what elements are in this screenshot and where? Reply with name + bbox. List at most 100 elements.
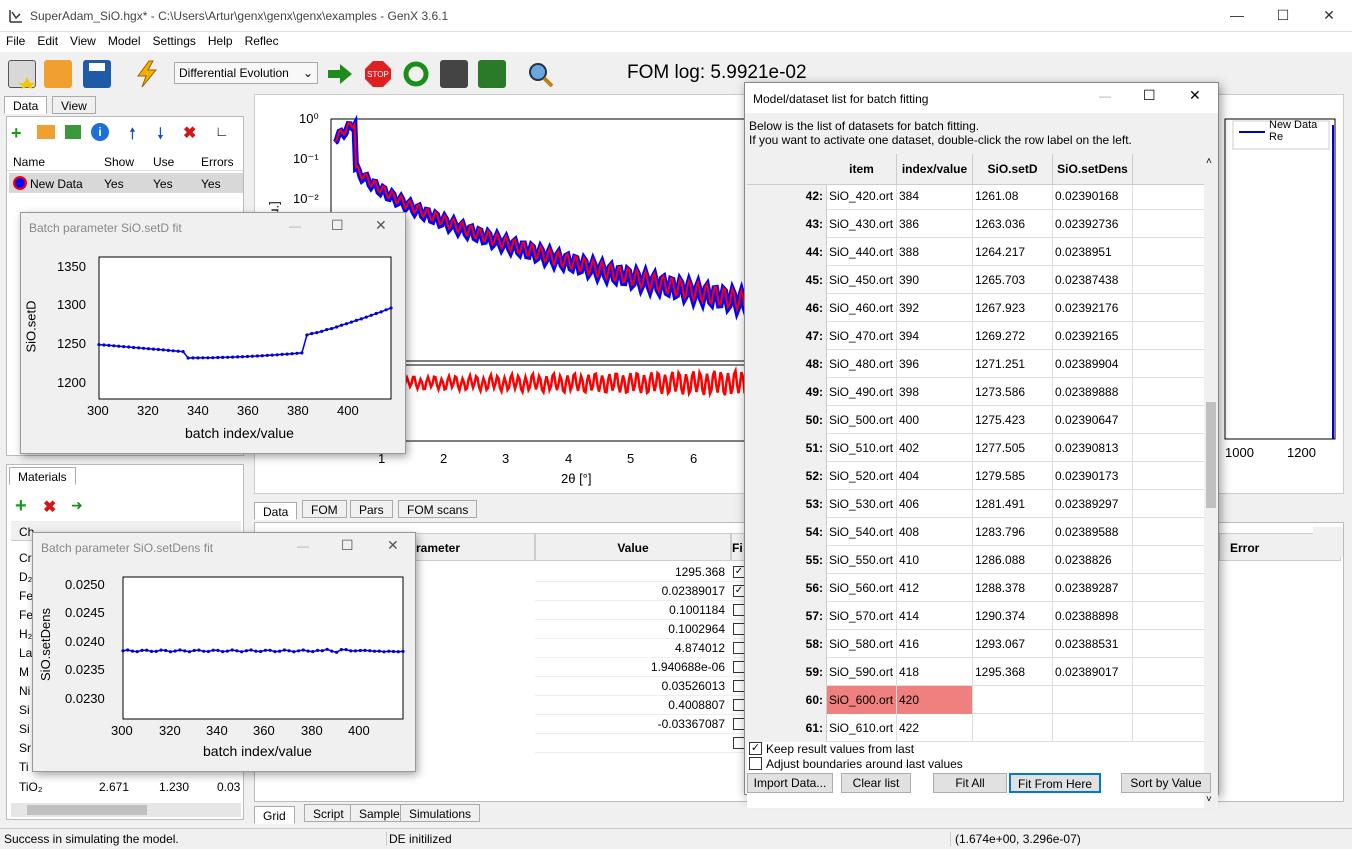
parameter-row[interactable] [535, 734, 755, 753]
tab-pars[interactable]: Pars [350, 500, 393, 518]
menu-file[interactable]: File [0, 32, 31, 50]
parameter-value[interactable]: 0.1002964 [535, 622, 727, 636]
parameter-row[interactable]: 0.4008807 [535, 696, 755, 715]
fit-from-here-button[interactable]: Fit From Here [1009, 773, 1101, 793]
simulate-icon[interactable] [133, 60, 161, 88]
batch-row-label[interactable]: 42: [747, 185, 827, 210]
parameter-row[interactable]: 0.02389017 ✓ [535, 582, 755, 601]
delete-material-icon[interactable]: ✖ [43, 497, 56, 517]
batch-row-label[interactable]: 59: [747, 658, 827, 686]
parameter-value[interactable]: 0.03526013 [535, 679, 727, 693]
batch-row[interactable]: 53: SiO_530.ort 406 1281.491 0.02389297 [747, 490, 1204, 518]
batch-row[interactable]: 59: SiO_590.ort 418 1295.368 0.02389017 [747, 658, 1204, 686]
add-data-icon[interactable]: + [11, 123, 22, 144]
import-data-icon[interactable] [37, 125, 55, 139]
batch-row[interactable]: 57: SiO_570.ort 414 1290.374 0.02388898 [747, 602, 1204, 630]
batch-row[interactable]: 45: SiO_450.ort 390 1265.703 0.02387438 [747, 266, 1204, 294]
keep-results-checkbox[interactable]: ✓ [749, 742, 762, 755]
batch-row-label[interactable]: 55: [747, 546, 827, 574]
parameter-row[interactable]: 0.03526013 [535, 677, 755, 696]
batch-row-label[interactable]: 56: [747, 574, 827, 602]
import-data-button[interactable]: Import Data... [747, 773, 833, 793]
parameter-value[interactable]: 0.1001184 [535, 603, 727, 617]
batch-row[interactable]: 48: SiO_480.ort 396 1271.251 0.02389904 [747, 350, 1204, 378]
parameter-value[interactable]: 1295.368 [535, 565, 727, 579]
batch-scrollbar[interactable]: ˄ ˅ [1204, 154, 1218, 808]
calculate-errors-icon[interactable] [440, 60, 468, 88]
scroll-thumb[interactable] [1206, 402, 1216, 508]
batch-row-label[interactable]: 43: [747, 210, 827, 238]
batch-row-label[interactable]: 44: [747, 238, 827, 266]
sort-by-value-button[interactable]: Sort by Value [1121, 773, 1211, 793]
batch-row[interactable]: 58: SiO_580.ort 416 1293.067 0.02388531 [747, 630, 1204, 658]
batch-row[interactable]: 50: SiO_500.ort 400 1275.423 0.02390647 [747, 406, 1204, 434]
tab-view[interactable]: View [52, 96, 96, 114]
maximize-icon[interactable]: ☐ [1260, 0, 1306, 31]
batch-row-label[interactable]: 45: [747, 266, 827, 294]
clear-list-button[interactable]: Clear list [841, 773, 911, 793]
batch-row[interactable]: 43: SiO_430.ort 386 1263.036 0.02392736 [747, 210, 1204, 238]
parameter-value[interactable]: 0.02389017 [535, 584, 727, 598]
delete-data-icon[interactable]: ✖ [183, 123, 196, 143]
parameter-value[interactable]: 1.940688e-06 [535, 660, 727, 674]
stop-icon[interactable]: STOP [364, 60, 392, 88]
parameter-row[interactable]: -0.03367087 [535, 715, 755, 734]
batch-row[interactable]: 55: SiO_550.ort 410 1286.088 0.0238826 [747, 546, 1204, 574]
load-data-icon[interactable] [65, 125, 81, 139]
batch-row[interactable]: 52: SiO_520.ort 404 1279.585 0.02390173 [747, 462, 1204, 490]
batch-row-label[interactable]: 60: [747, 686, 827, 714]
batch-row-label[interactable]: 47: [747, 322, 827, 350]
batch-row-label[interactable]: 46: [747, 294, 827, 322]
menu-settings[interactable]: Settings [147, 32, 202, 50]
batch-row[interactable]: 54: SiO_540.ort 408 1283.796 0.02389588 [747, 518, 1204, 546]
batch-row[interactable]: 56: SiO_560.ort 412 1288.378 0.02389287 [747, 574, 1204, 602]
batch-row[interactable]: 49: SiO_490.ort 398 1273.586 0.02389888 [747, 378, 1204, 406]
batch-row-label[interactable]: 58: [747, 630, 827, 658]
apply-material-icon[interactable]: ➜ [71, 497, 83, 514]
menu-edit[interactable]: Edit [31, 32, 64, 50]
tab-fom[interactable]: FOM [302, 500, 347, 518]
menu-help[interactable]: Help [202, 32, 239, 50]
tab-data[interactable]: Data [4, 96, 48, 114]
batch-row-label[interactable]: 50: [747, 406, 827, 434]
material-row[interactable]: TiO₂ 2.671 1.230 0.03 [11, 777, 241, 797]
menu-view[interactable]: View [64, 32, 102, 50]
batch-row-label[interactable]: 53: [747, 490, 827, 518]
menu-model[interactable]: Model [102, 32, 147, 50]
data-row[interactable]: New Data Yes Yes Yes [9, 173, 243, 193]
tab-grid[interactable]: Grid [254, 806, 295, 824]
tab-simulations[interactable]: Simulations [400, 804, 481, 822]
batch-row-label[interactable]: 61: [747, 714, 827, 742]
move-up-icon[interactable]: 🠕 [129, 123, 136, 150]
parameter-row[interactable]: 1295.368 ✓ [535, 563, 755, 582]
batch-row-label[interactable]: 57: [747, 602, 827, 630]
parameter-row[interactable]: 4.874012 [535, 639, 755, 658]
batch-row[interactable]: 44: SiO_440.ort 388 1264.217 0.0238951 [747, 238, 1204, 266]
batch-row-label[interactable]: 48: [747, 350, 827, 378]
parameter-row[interactable]: 0.1001184 [535, 601, 755, 620]
parameter-scan-icon[interactable] [478, 60, 506, 88]
zoom-icon[interactable] [526, 60, 554, 88]
move-down-icon[interactable]: 🠗 [157, 123, 164, 150]
batch-row-label[interactable]: 54: [747, 518, 827, 546]
plot-settings-icon[interactable]: ∟ [215, 123, 229, 139]
minimize-icon[interactable]: — [1099, 89, 1111, 103]
adjust-boundaries-checkbox[interactable] [749, 757, 762, 770]
fit-all-button[interactable]: Fit All [933, 773, 1007, 793]
new-model-icon[interactable] [8, 60, 36, 89]
batch-row[interactable]: 60: SiO_600.ort 420 [747, 686, 1204, 714]
tab-fom-scans[interactable]: FOM scans [398, 500, 478, 518]
batch-row[interactable]: 46: SiO_460.ort 392 1267.923 0.02392176 [747, 294, 1204, 322]
tab-materials[interactable]: Materials [9, 467, 76, 485]
parameter-value[interactable]: 4.874012 [535, 641, 727, 655]
resume-fit-icon[interactable] [402, 60, 430, 88]
batch-row-label[interactable]: 51: [747, 434, 827, 462]
algorithm-select[interactable]: Differential Evolution ⌄ [174, 62, 318, 84]
tab-plot-data[interactable]: Data [254, 502, 298, 520]
chevron-up-icon[interactable]: ˄ [1206, 156, 1212, 167]
open-folder-icon[interactable] [44, 60, 72, 88]
info-icon[interactable]: i [91, 123, 109, 141]
maximize-icon[interactable]: ☐ [1143, 87, 1156, 104]
close-icon[interactable]: ✕ [1306, 0, 1352, 31]
tab-script[interactable]: Script [304, 804, 353, 822]
